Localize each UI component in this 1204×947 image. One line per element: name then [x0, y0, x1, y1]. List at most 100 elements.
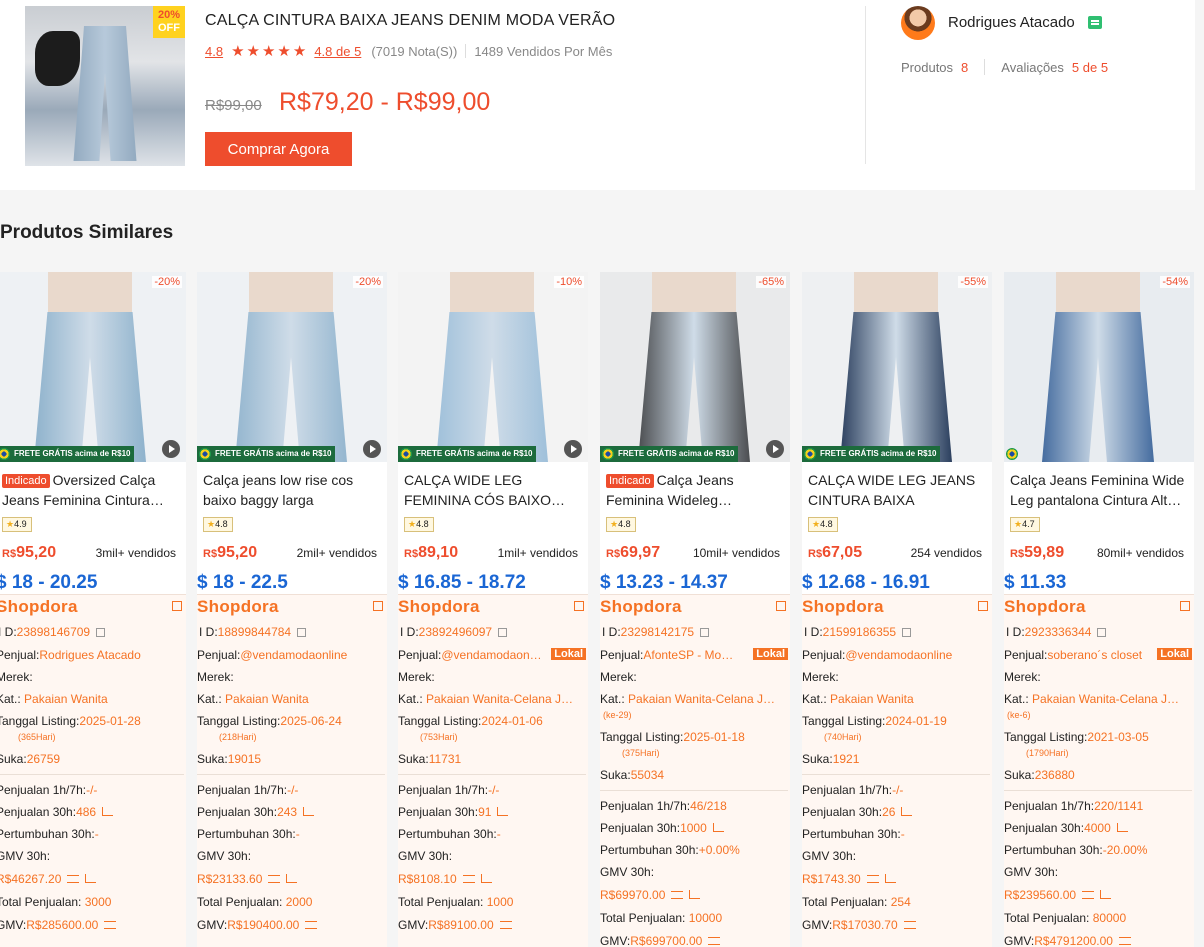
- product-card[interactable]: -20% FRETE GRÁTIS acima de R$10 Calça je…: [197, 272, 387, 947]
- product-card-title[interactable]: Calça jeans low rise cos baixo baggy lar…: [203, 472, 353, 508]
- chart-icon[interactable]: [480, 874, 492, 883]
- currency-swap-icon[interactable]: [1118, 937, 1131, 945]
- seller-name[interactable]: Rodrigues Atacado: [948, 14, 1075, 31]
- copy-icon[interactable]: [700, 628, 710, 637]
- total-sales-label: Total Penjualan:: [802, 895, 888, 909]
- product-card[interactable]: -55% FRETE GRÁTIS acima de R$10 CALÇA WI…: [802, 272, 992, 947]
- currency-swap-icon[interactable]: [671, 891, 684, 899]
- discount-label: -20%: [353, 276, 383, 288]
- product-card-image[interactable]: -20% FRETE GRÁTIS acima de R$10: [197, 272, 387, 462]
- product-card[interactable]: -20% FRETE GRÁTIS acima de R$10 Indicado…: [0, 272, 186, 947]
- seller-value[interactable]: AfonteSP - Mo…: [643, 648, 733, 662]
- currency-swap-icon[interactable]: [708, 937, 721, 945]
- category-value[interactable]: Pakaian Wanita-Celana J…: [628, 692, 775, 706]
- product-card-name[interactable]: CALÇA WIDE LEG FEMININA CÓS BAIXO…: [404, 470, 584, 510]
- buy-now-button[interactable]: Comprar Agora: [205, 132, 352, 166]
- currency-swap-icon[interactable]: [305, 921, 318, 929]
- product-card-image[interactable]: -54%: [1004, 272, 1194, 462]
- external-link-icon[interactable]: [978, 601, 988, 611]
- currency-swap-icon[interactable]: [462, 875, 475, 883]
- gmv-30h-value-row: R$8108.10: [398, 872, 586, 886]
- currency-swap-icon[interactable]: [866, 875, 879, 883]
- play-video-icon[interactable]: [766, 440, 784, 458]
- product-card-title[interactable]: CALÇA WIDE LEG JEANS CINTURA BAIXA FEMIN…: [808, 472, 975, 510]
- chart-icon[interactable]: [102, 807, 114, 816]
- product-card[interactable]: -10% FRETE GRÁTIS acima de R$10 CALÇA WI…: [398, 272, 588, 947]
- currency-swap-icon[interactable]: [268, 875, 281, 883]
- growth-30h-row: Pertumbuhan 30h:-: [398, 827, 586, 841]
- product-card-name[interactable]: Indicado Calça Jeans Feminina Wideleg…: [606, 470, 786, 510]
- product-card-name[interactable]: Calça Jeans Feminina Wide Leg pantalona …: [1010, 470, 1190, 510]
- copy-icon[interactable]: [902, 628, 912, 637]
- growth-30h-row: Pertumbuhan 30h:-: [0, 827, 184, 841]
- category-value[interactable]: Pakaian Wanita-Celana J…: [426, 692, 573, 706]
- chart-icon[interactable]: [689, 890, 701, 899]
- sales-30h-label: Penjualan 30h:: [802, 805, 883, 819]
- id-value[interactable]: 21599186355: [823, 625, 896, 639]
- id-value[interactable]: 23898146709: [17, 625, 90, 639]
- copy-icon[interactable]: [96, 628, 106, 637]
- id-value[interactable]: 18899844784: [218, 625, 291, 639]
- seller-value[interactable]: soberano´s closet: [1047, 648, 1142, 662]
- external-link-icon[interactable]: [373, 601, 383, 611]
- chart-icon[interactable]: [303, 807, 315, 816]
- product-card-image[interactable]: -10% FRETE GRÁTIS acima de R$10: [398, 272, 588, 462]
- currency-swap-icon[interactable]: [67, 875, 80, 883]
- product-card[interactable]: -65% FRETE GRÁTIS acima de R$10 Indicado…: [600, 272, 790, 947]
- gmv-30h-row: GMV 30h:: [0, 849, 184, 863]
- chat-icon[interactable]: [1088, 16, 1102, 29]
- product-card-title[interactable]: Calça Jeans Feminina Wide Leg pantalona …: [1010, 472, 1184, 508]
- category-value[interactable]: Pakaian Wanita: [225, 692, 309, 706]
- copy-icon[interactable]: [297, 628, 307, 637]
- id-value[interactable]: 23298142175: [621, 625, 694, 639]
- category-value[interactable]: Pakaian Wanita: [830, 692, 914, 706]
- seller-avatar[interactable]: [901, 6, 935, 40]
- external-link-icon[interactable]: [776, 601, 786, 611]
- play-video-icon[interactable]: [564, 440, 582, 458]
- chart-icon[interactable]: [712, 823, 724, 832]
- product-card-image[interactable]: -20% FRETE GRÁTIS acima de R$10: [0, 272, 186, 462]
- category-value[interactable]: Pakaian Wanita-Celana J…: [1032, 692, 1179, 706]
- seller-value[interactable]: @vendamodaon…: [441, 648, 541, 662]
- product-card-name[interactable]: CALÇA WIDE LEG JEANS CINTURA BAIXA FEMIN…: [808, 470, 988, 510]
- chart-icon[interactable]: [85, 874, 97, 883]
- external-link-icon[interactable]: [1180, 601, 1190, 611]
- rating-of[interactable]: 4.8 de 5: [314, 44, 361, 59]
- copy-icon[interactable]: [498, 628, 508, 637]
- product-card-title[interactable]: CALÇA WIDE LEG FEMININA CÓS BAIXO…: [404, 472, 565, 508]
- currency-swap-icon[interactable]: [104, 921, 117, 929]
- category-value[interactable]: Pakaian Wanita: [24, 692, 108, 706]
- product-card-name[interactable]: Calça jeans low rise cos baixo baggy lar…: [203, 470, 383, 510]
- free-shipping-text: FRETE GRÁTIS acima de R$10: [820, 449, 937, 458]
- product-card[interactable]: -54% Calça Jeans Feminina Wide Leg panta…: [1004, 272, 1194, 947]
- chart-icon[interactable]: [1100, 890, 1112, 899]
- chart-icon[interactable]: [497, 807, 509, 816]
- product-card-name[interactable]: Indicado Oversized Calça Jeans Feminina C…: [2, 470, 182, 510]
- product-image[interactable]: 20% OFF: [25, 6, 185, 166]
- external-link-icon[interactable]: [574, 601, 584, 611]
- seller-value[interactable]: Rodrigues Atacado: [39, 648, 140, 662]
- id-value[interactable]: 23892496097: [419, 625, 492, 639]
- currency-swap-icon[interactable]: [499, 921, 512, 929]
- play-video-icon[interactable]: [363, 440, 381, 458]
- id-value[interactable]: 2923336344: [1025, 625, 1092, 639]
- rating-number[interactable]: 4.8: [205, 44, 223, 59]
- gmv-value: R$89100.00: [428, 918, 494, 932]
- currency-swap-icon[interactable]: [1082, 891, 1095, 899]
- currency-swap-icon[interactable]: [903, 921, 916, 929]
- chart-icon[interactable]: [1116, 823, 1128, 832]
- ratings-label: Avaliações: [1001, 59, 1064, 75]
- seller-value[interactable]: @vendamodaonline: [845, 648, 952, 662]
- id-label: I D:: [0, 625, 17, 639]
- brand-label: Merek:: [197, 670, 234, 684]
- copy-icon[interactable]: [1097, 628, 1107, 637]
- product-card-image[interactable]: -65% FRETE GRÁTIS acima de R$10: [600, 272, 790, 462]
- chart-icon[interactable]: [286, 874, 298, 883]
- chart-icon[interactable]: [884, 874, 896, 883]
- external-link-icon[interactable]: [172, 601, 182, 611]
- product-card-image[interactable]: -55% FRETE GRÁTIS acima de R$10: [802, 272, 992, 462]
- category-label: Kat.:: [398, 692, 423, 706]
- seller-value[interactable]: @vendamodaonline: [240, 648, 347, 662]
- chart-icon[interactable]: [901, 807, 913, 816]
- play-video-icon[interactable]: [162, 440, 180, 458]
